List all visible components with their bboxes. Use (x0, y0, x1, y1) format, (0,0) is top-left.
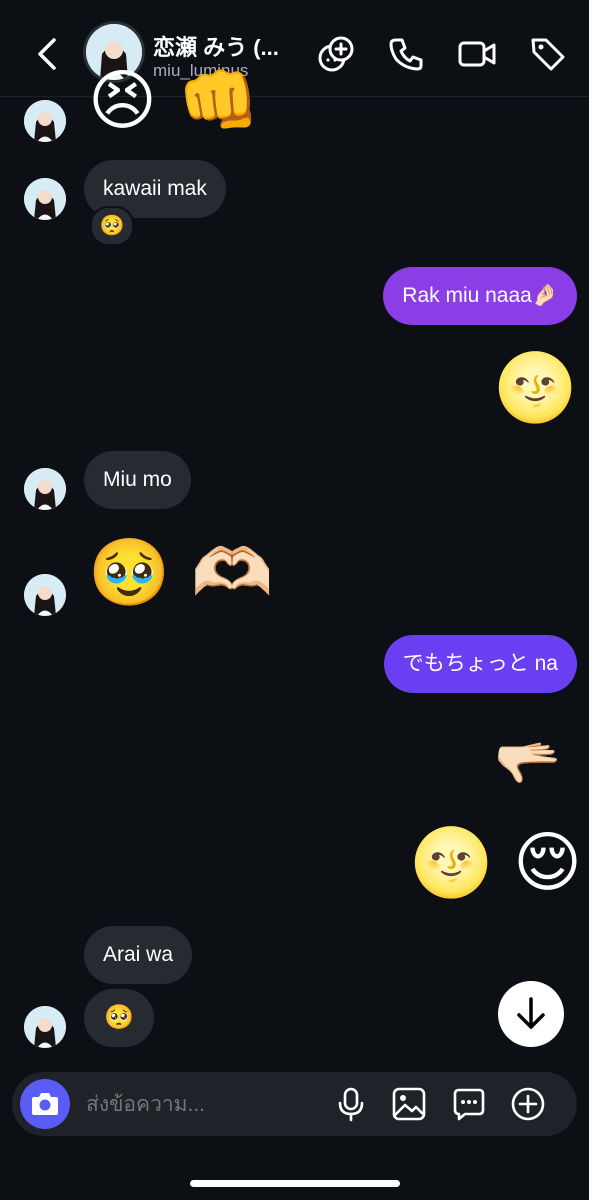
scroll-to-bottom-button[interactable] (498, 981, 564, 1047)
phone-icon[interactable] (386, 34, 426, 74)
incoming-message[interactable]: Arai wa (84, 926, 193, 984)
outgoing-message[interactable]: Rak miu naaa🤌🏻 (383, 267, 577, 325)
tag-icon[interactable] (528, 34, 568, 74)
outgoing-message[interactable]: でもちょっと na (383, 635, 577, 693)
emoji-message[interactable]: 🌝 (494, 355, 576, 421)
emoji-message[interactable]: 😣 👊 (88, 68, 260, 134)
contact-name[interactable]: 恋瀬 みう (... (153, 30, 279, 62)
sender-avatar[interactable] (24, 178, 66, 220)
plus-icon[interactable] (510, 1086, 546, 1122)
message-input[interactable] (84, 1072, 328, 1138)
sender-avatar[interactable] (24, 574, 66, 616)
video-chat-effects-icon[interactable] (316, 34, 356, 74)
sender-avatar[interactable] (24, 1006, 66, 1048)
camera-button[interactable] (20, 1079, 70, 1129)
sticker-chat-icon[interactable] (451, 1086, 487, 1122)
emoji-message[interactable]: 🌝 😌 (410, 830, 582, 896)
emoji-message[interactable]: 🥹 🫶🏻 (88, 540, 273, 606)
sender-avatar[interactable] (24, 468, 66, 510)
incoming-message[interactable]: Miu mo (84, 451, 191, 509)
video-icon[interactable] (457, 34, 497, 74)
sender-avatar[interactable] (24, 100, 66, 142)
emoji-message[interactable]: 🫳🏻 (494, 736, 561, 790)
arrow-down-icon (517, 997, 545, 1029)
microphone-icon[interactable] (333, 1086, 369, 1122)
message-composer (12, 1072, 577, 1138)
image-icon[interactable] (391, 1086, 427, 1122)
camera-icon (32, 1093, 58, 1115)
incoming-emoji-message[interactable]: 🥺 (84, 989, 154, 1047)
home-indicator (190, 1180, 400, 1187)
message-reaction[interactable]: 🥺 (90, 206, 134, 246)
back-icon[interactable] (30, 34, 64, 74)
